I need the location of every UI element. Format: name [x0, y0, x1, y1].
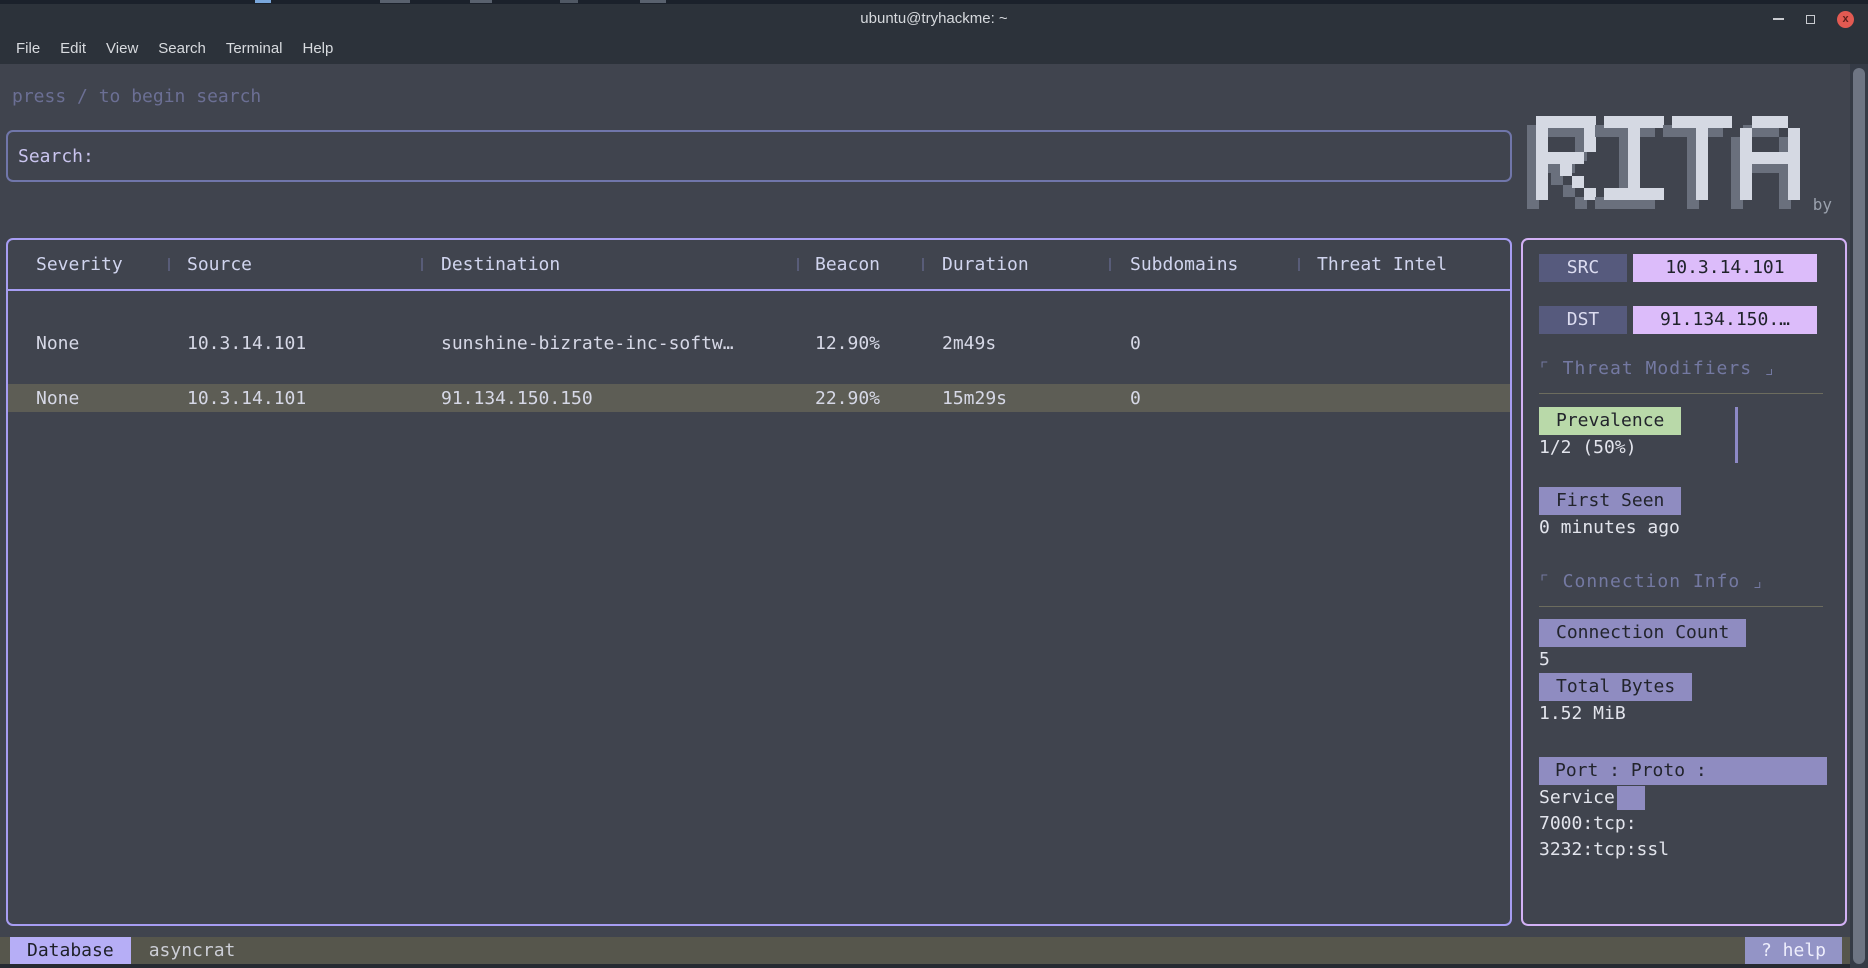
- window-chrome: ubuntu@tryhackme: ~ x File Edit View Sea…: [0, 4, 1868, 64]
- window-controls: x: [1773, 4, 1854, 34]
- column-header-severity[interactable]: Severity: [8, 254, 168, 275]
- rita-logo-letter: [1536, 116, 1596, 200]
- menu-item-edit[interactable]: Edit: [50, 34, 96, 64]
- search-input[interactable]: Search:: [6, 130, 1512, 182]
- help-button[interactable]: ? help: [1745, 937, 1842, 964]
- total-bytes-badge: Total Bytes: [1539, 673, 1692, 701]
- port-entry: 3232:tcp:ssl: [1539, 837, 1829, 863]
- connection-details-panel: SRC 10.3.14.101 DST 91.134.150.… ⌜ Threa…: [1521, 238, 1847, 926]
- first-seen-badge: First Seen: [1539, 487, 1681, 515]
- cell-subdomains: 0: [1109, 333, 1298, 354]
- cell-beacon: 22.90%: [797, 388, 922, 409]
- cell-severity: None: [8, 388, 168, 409]
- panel-scroll-indicator: [1735, 407, 1738, 463]
- total-bytes-value: 1.52 MiB: [1539, 701, 1829, 727]
- first-seen-stat: First Seen 0 minutes ago: [1539, 487, 1829, 541]
- window-title: ubuntu@tryhackme: ~: [0, 4, 1868, 34]
- src-label: SRC: [1539, 254, 1627, 282]
- maximize-button[interactable]: [1806, 15, 1815, 24]
- port-proto-service-stat: Port : Proto : Service 7000:tcp: 3232:tc…: [1539, 757, 1829, 863]
- src-value[interactable]: 10.3.14.101: [1633, 254, 1817, 282]
- database-name: asyncrat: [149, 940, 236, 961]
- search-label: Search:: [18, 146, 94, 167]
- cell-duration: 2m49s: [922, 333, 1109, 354]
- cell-source: 10.3.14.101: [168, 388, 421, 409]
- connection-count-value: 5: [1539, 647, 1829, 673]
- port-entry: 7000:tcp:: [1539, 811, 1829, 837]
- results-table-panel: Severity Source Destination Beacon Durat…: [6, 238, 1512, 926]
- cell-destination: 91.134.150.150: [421, 388, 797, 409]
- background-window-fragment: [560, 0, 578, 3]
- prevalence-badge: Prevalence: [1539, 407, 1681, 435]
- dst-row: DST 91.134.150.…: [1539, 306, 1829, 334]
- cell-severity: None: [8, 333, 168, 354]
- menu-item-terminal[interactable]: Terminal: [216, 34, 293, 64]
- dst-value[interactable]: 91.134.150.…: [1633, 306, 1817, 334]
- terminal-screen: press / to begin search Search: by Sever…: [0, 64, 1868, 968]
- cell-destination: sunshine-bizrate-inc-softw…: [421, 333, 797, 354]
- cell-duration: 15m29s: [922, 388, 1109, 409]
- close-button[interactable]: x: [1837, 11, 1854, 28]
- cell-beacon: 12.90%: [797, 333, 922, 354]
- dst-label: DST: [1539, 306, 1627, 334]
- table-header-row: Severity Source Destination Beacon Durat…: [8, 240, 1510, 291]
- rita-logo-letter: [1604, 116, 1664, 200]
- rita-logo-letter: [1740, 116, 1800, 200]
- background-window-fragment: [470, 0, 492, 3]
- database-tab[interactable]: Database: [10, 937, 131, 964]
- rita-logo: by: [1536, 114, 1836, 210]
- port-proto-badge-wrap-text: Service: [1539, 787, 1615, 808]
- first-seen-value: 0 minutes ago: [1539, 515, 1829, 541]
- column-header-beacon[interactable]: Beacon: [797, 254, 922, 275]
- port-proto-badge: Port : Proto :: [1539, 757, 1827, 785]
- column-header-destination[interactable]: Destination: [421, 254, 797, 275]
- terminal-scrollbar[interactable]: [1850, 64, 1868, 968]
- prevalence-stat: Prevalence 1/2 (50%): [1539, 407, 1829, 461]
- column-header-subdomains[interactable]: Subdomains: [1109, 254, 1298, 275]
- connection-count-stat: Connection Count 5: [1539, 619, 1829, 673]
- column-header-duration[interactable]: Duration: [922, 254, 1109, 275]
- background-window-fragment: [255, 0, 271, 3]
- cell-subdomains: 0: [1109, 388, 1298, 409]
- window-titlebar[interactable]: ubuntu@tryhackme: ~ x: [0, 4, 1868, 34]
- status-bar: Database asyncrat ? help: [0, 937, 1850, 964]
- scrollbar-thumb[interactable]: [1853, 68, 1865, 964]
- rita-logo-letter: [1672, 116, 1732, 200]
- rita-logo-letters: [1536, 116, 1800, 200]
- connection-count-badge: Connection Count: [1539, 619, 1746, 647]
- src-row: SRC 10.3.14.101: [1539, 254, 1829, 282]
- threat-modifiers-title: ⌜ Threat Modifiers ⌟: [1539, 358, 1829, 379]
- table-row[interactable]: None 10.3.14.101 91.134.150.150 22.90% 1…: [8, 384, 1510, 412]
- section-divider: [1539, 606, 1823, 607]
- search-hint: press / to begin search: [12, 86, 261, 107]
- minimize-button[interactable]: [1773, 18, 1784, 20]
- column-header-threat-intel[interactable]: Threat Intel: [1298, 254, 1510, 275]
- menu-item-view[interactable]: View: [96, 34, 148, 64]
- connection-info-title: ⌜ Connection Info ⌟: [1539, 571, 1829, 592]
- background-window-fragment: [380, 0, 410, 3]
- prevalence-value: 1/2 (50%): [1539, 435, 1829, 461]
- table-row[interactable]: None 10.3.14.101 sunshine-bizrate-inc-so…: [8, 329, 1510, 357]
- port-proto-badge-wrap: Service: [1539, 785, 1829, 811]
- background-window-fragment: [640, 0, 666, 3]
- menu-bar: File Edit View Search Terminal Help: [6, 34, 343, 64]
- terminal-bottom-edge: [0, 964, 1868, 968]
- section-divider: [1539, 393, 1823, 394]
- rita-logo-byline: by: [1813, 195, 1832, 214]
- total-bytes-stat: Total Bytes 1.52 MiB: [1539, 673, 1829, 727]
- menu-item-file[interactable]: File: [6, 34, 50, 64]
- cell-source: 10.3.14.101: [168, 333, 421, 354]
- menu-item-help[interactable]: Help: [293, 34, 344, 64]
- column-header-source[interactable]: Source: [168, 254, 421, 275]
- badge-wrap-remnant: [1617, 786, 1645, 810]
- menu-item-search[interactable]: Search: [148, 34, 216, 64]
